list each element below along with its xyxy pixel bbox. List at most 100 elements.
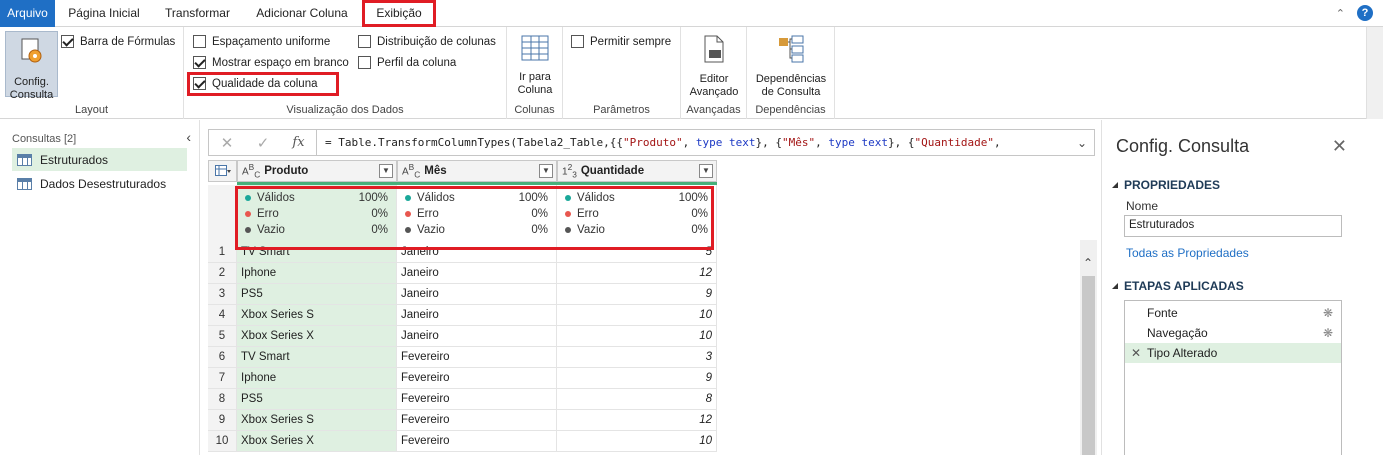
query-settings-label-1: Config. <box>14 76 49 88</box>
cell-mes[interactable]: Fevereiro <box>397 347 557 368</box>
confirm-formula-icon[interactable]: ✓ <box>245 134 281 152</box>
tab-home[interactable]: Página Inicial <box>60 0 148 27</box>
cell-mes[interactable]: Fevereiro <box>397 431 557 452</box>
column-header-label: Mês <box>424 165 447 177</box>
fx-icon[interactable]: fx <box>281 130 317 155</box>
cancel-formula-icon[interactable]: ✕ <box>209 134 245 152</box>
filter-dropdown-icon[interactable]: ▼ <box>699 164 713 178</box>
cell-produto[interactable]: Xbox Series S <box>237 305 397 326</box>
cell-quantidade[interactable]: 10 <box>557 431 717 452</box>
checkbox-icon <box>358 56 371 69</box>
query-settings-button[interactable]: Config. Consulta <box>5 31 58 101</box>
row-index[interactable]: 10 <box>208 431 237 452</box>
ribbon-tab-bar: Arquivo Página Inicial Transformar Adici… <box>0 0 1383 27</box>
collapse-ribbon-icon[interactable]: ⌃ <box>1336 7 1345 20</box>
help-icon[interactable]: ? <box>1357 5 1373 21</box>
step-navegacao[interactable]: Navegação ❋ <box>1125 323 1341 343</box>
goto-column-button[interactable]: Ir para Coluna <box>509 35 561 97</box>
table-menu-button[interactable] <box>208 160 237 182</box>
allow-always-toggle[interactable]: Permitir sempre <box>571 35 671 48</box>
cell-mes[interactable]: Fevereiro <box>397 389 557 410</box>
queries-title: Consultas [2] <box>12 133 77 145</box>
scroll-thumb[interactable] <box>1082 276 1095 455</box>
row-index[interactable]: 5 <box>208 326 237 347</box>
query-settings-icon <box>21 38 41 63</box>
formula-bar-toggle[interactable]: Barra de Fórmulas <box>61 35 175 48</box>
row-index[interactable]: 4 <box>208 305 237 326</box>
cell-produto[interactable]: PS5 <box>237 284 397 305</box>
expand-formula-icon[interactable]: ⌄ <box>1070 136 1094 150</box>
advanced-editor-button[interactable]: Editor Avançado <box>683 35 745 99</box>
row-index[interactable]: 8 <box>208 389 237 410</box>
cell-quantidade[interactable]: 8 <box>557 389 717 410</box>
grid-vertical-scrollbar[interactable]: ⌃ <box>1080 240 1097 455</box>
filter-dropdown-icon[interactable]: ▼ <box>379 164 393 178</box>
column-distribution-label: Distribuição de colunas <box>377 35 496 48</box>
step-fonte[interactable]: Fonte ❋ <box>1125 303 1341 323</box>
column-header-produto[interactable]: ABC Produto ▼ <box>237 160 397 182</box>
collapse-triangle-icon <box>1112 283 1118 289</box>
cell-produto[interactable]: PS5 <box>237 389 397 410</box>
goto-column-label-2: Coluna <box>517 84 553 96</box>
cell-produto[interactable]: Iphone <box>237 368 397 389</box>
row-index[interactable]: 3 <box>208 284 237 305</box>
ribbon-scrollbar[interactable] <box>1366 27 1383 119</box>
column-header-label: Quantidade <box>580 165 645 177</box>
cell-produto[interactable]: TV Smart <box>237 347 397 368</box>
cell-mes[interactable]: Fevereiro <box>397 410 557 431</box>
cell-quantidade[interactable]: 10 <box>557 305 717 326</box>
row-index[interactable]: 1 <box>208 242 237 263</box>
applied-steps-section[interactable]: ETAPAS APLICADAS <box>1112 279 1244 293</box>
checkbox-icon <box>61 35 74 48</box>
column-profile-toggle[interactable]: Perfil da coluna <box>358 56 456 69</box>
cell-mes[interactable]: Janeiro <box>397 305 557 326</box>
column-distribution-toggle[interactable]: Distribuição de colunas <box>358 35 496 48</box>
cell-mes[interactable]: Janeiro <box>397 326 557 347</box>
uniform-spacing-toggle[interactable]: Espaçamento uniforme <box>193 35 330 48</box>
table-row: 7 Iphone Fevereiro 9 <box>208 368 717 389</box>
row-index[interactable]: 6 <box>208 347 237 368</box>
tab-transform[interactable]: Transformar <box>155 0 240 27</box>
cell-mes[interactable]: Janeiro <box>397 263 557 284</box>
dependencies-group-label: Dependências <box>755 104 826 116</box>
advanced-group-label: Avançadas <box>686 104 741 116</box>
cell-produto[interactable]: Iphone <box>237 263 397 284</box>
delete-step-icon[interactable]: ✕ <box>1131 343 1141 363</box>
all-properties-link[interactable]: Todas as Propriedades <box>1126 246 1249 260</box>
cell-mes[interactable]: Janeiro <box>397 284 557 305</box>
show-whitespace-toggle[interactable]: Mostrar espaço em branco <box>193 56 349 69</box>
query-dependencies-button[interactable]: Dependências de Consulta <box>751 35 831 99</box>
cell-quantidade[interactable]: 12 <box>557 263 717 284</box>
cell-quantidade[interactable]: 10 <box>557 326 717 347</box>
cell-quantidade[interactable]: 9 <box>557 284 717 305</box>
cell-mes[interactable]: Fevereiro <box>397 368 557 389</box>
gear-icon[interactable]: ❋ <box>1323 323 1333 343</box>
collapse-triangle-icon <box>1112 182 1118 188</box>
cell-produto[interactable]: Xbox Series X <box>237 431 397 452</box>
columns-group: Ir para Coluna Colunas <box>507 27 563 119</box>
step-tipo-alterado[interactable]: ✕ Tipo Alterado <box>1125 343 1341 363</box>
tab-view[interactable]: Exibição <box>362 0 436 27</box>
gear-icon[interactable]: ❋ <box>1323 303 1333 323</box>
close-icon[interactable]: ✕ <box>1332 136 1347 157</box>
row-index[interactable]: 2 <box>208 263 237 284</box>
collapse-queries-icon[interactable]: ‹ <box>186 129 191 145</box>
filter-dropdown-icon[interactable]: ▼ <box>539 164 553 178</box>
tab-add-column[interactable]: Adicionar Coluna <box>248 0 356 27</box>
column-header-mes[interactable]: ABC Mês ▼ <box>397 160 557 182</box>
formula-input[interactable]: = Table.TransformColumnTypes(Tabela2_Tab… <box>317 136 1070 149</box>
query-item-dados-desestruturados[interactable]: Dados Desestruturados <box>12 172 187 195</box>
scroll-up-icon[interactable]: ⌃ <box>1083 256 1093 270</box>
query-item-estruturados[interactable]: Estruturados <box>12 148 187 171</box>
cell-quantidade[interactable]: 9 <box>557 368 717 389</box>
row-index[interactable]: 9 <box>208 410 237 431</box>
cell-produto[interactable]: Xbox Series X <box>237 326 397 347</box>
cell-quantidade[interactable]: 3 <box>557 347 717 368</box>
column-header-quantidade[interactable]: 123 Quantidade ▼ <box>557 160 717 182</box>
properties-section[interactable]: PROPRIEDADES <box>1112 178 1220 192</box>
cell-produto[interactable]: Xbox Series S <box>237 410 397 431</box>
cell-quantidade[interactable]: 12 <box>557 410 717 431</box>
query-name-field[interactable]: Estruturados <box>1124 215 1342 237</box>
row-index[interactable]: 7 <box>208 368 237 389</box>
tab-file[interactable]: Arquivo <box>0 0 55 27</box>
